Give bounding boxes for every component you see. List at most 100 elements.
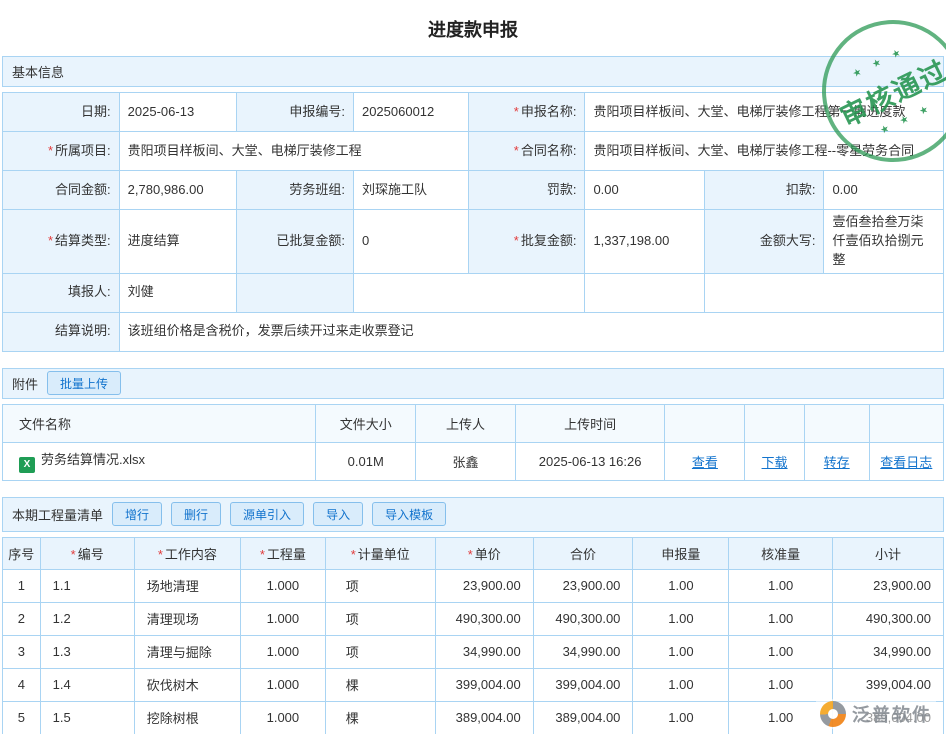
seq-cell: 5 — [3, 701, 41, 734]
actions-header-empty — [804, 404, 869, 442]
contract-amount-value: 2,780,986.00 — [119, 171, 237, 210]
attachments-section-header: 附件 批量上传 — [2, 368, 944, 399]
quantity-cell: 1.000 — [241, 602, 326, 635]
penalty-value: 0.00 — [585, 171, 705, 210]
batch-upload-button[interactable]: 批量上传 — [47, 371, 121, 395]
amount-words-label: 金额大写: — [704, 210, 824, 274]
add-row-button[interactable]: 增行 — [112, 502, 162, 526]
basic-info-row-5: 填报人: 刘健 — [3, 273, 944, 312]
subtotal-cell: 34,990.00 — [832, 635, 943, 668]
declared-qty-cell: 1.00 — [633, 569, 729, 602]
download-link[interactable]: 下载 — [762, 455, 788, 470]
unit-price-header: *单价 — [435, 537, 533, 569]
total-price-cell: 389,004.00 — [533, 701, 633, 734]
import-template-button[interactable]: 导入模板 — [372, 502, 446, 526]
deduction-label: 扣款: — [704, 171, 824, 210]
seq-cell: 3 — [3, 635, 41, 668]
transfer-save-link[interactable]: 转存 — [824, 455, 850, 470]
source-import-button[interactable]: 源单引入 — [230, 502, 304, 526]
unit-cell: 项 — [325, 635, 435, 668]
total-price-cell: 23,900.00 — [533, 569, 633, 602]
approved-done-label: 已批复金额: — [237, 210, 354, 274]
project-label: *所属项目: — [3, 132, 120, 171]
declare-name-value: 贵阳项目样板间、大堂、电梯厅装修工程第一期进度款 — [585, 93, 944, 132]
seq-cell: 2 — [3, 602, 41, 635]
required-asterisk: * — [468, 547, 473, 562]
approved-qty-header: 核准量 — [729, 537, 833, 569]
delete-row-button[interactable]: 删行 — [171, 502, 221, 526]
attachments-section-title: 附件 — [12, 374, 38, 393]
code-cell: 1.2 — [40, 602, 134, 635]
basic-info-section-title: 基本信息 — [12, 62, 64, 81]
empty-value-cell — [353, 273, 584, 312]
quantity-row: 2 1.2 清理现场 1.000 项 490,300.00 490,300.00… — [3, 602, 944, 635]
view-link[interactable]: 查看 — [692, 455, 718, 470]
unit-price-cell: 389,004.00 — [435, 701, 533, 734]
quantity-row: 5 1.5 挖除树根 1.000 棵 389,004.00 389,004.00… — [3, 701, 944, 734]
required-asterisk: * — [48, 233, 53, 248]
required-asterisk: * — [351, 547, 356, 562]
declared-qty-cell: 1.00 — [633, 635, 729, 668]
labor-team-value: 刘琛施工队 — [353, 171, 468, 210]
attachments-table: 文件名称 文件大小 上传人 上传时间 X劳务结算情况.xlsx 0.01M 张鑫… — [2, 404, 944, 481]
code-cell: 1.5 — [40, 701, 134, 734]
required-asterisk: * — [514, 143, 519, 158]
basic-info-row-1: 日期: 2025-06-13 申报编号: 2025060012 *申报名称: 贵… — [3, 93, 944, 132]
import-button[interactable]: 导入 — [313, 502, 363, 526]
view-action-cell: 查看 — [665, 442, 745, 480]
required-asterisk: * — [158, 547, 163, 562]
basic-info-row-3: 合同金额: 2,780,986.00 劳务班组: 刘琛施工队 罚款: 0.00 … — [3, 171, 944, 210]
quantity-cell: 1.000 — [241, 569, 326, 602]
contract-name-value: 贵阳项目样板间、大堂、电梯厅装修工程--零星劳务合同 — [585, 132, 944, 171]
quantity-row: 3 1.3 清理与掘除 1.000 项 34,990.00 34,990.00 … — [3, 635, 944, 668]
basic-info-section-header: 基本信息 — [2, 56, 944, 87]
unit-price-cell: 490,300.00 — [435, 602, 533, 635]
approved-qty-cell: 1.00 — [729, 668, 833, 701]
basic-info-row-4: *结算类型: 进度结算 已批复金额: 0 *批复金额: 1,337,198.00… — [3, 210, 944, 274]
date-label: 日期: — [3, 93, 120, 132]
attachments-header-row: 文件名称 文件大小 上传人 上传时间 — [3, 404, 944, 442]
code-cell: 1.3 — [40, 635, 134, 668]
file-size-cell: 0.01M — [316, 442, 416, 480]
approved-qty-cell: 1.00 — [729, 602, 833, 635]
unit-cell: 项 — [325, 569, 435, 602]
log-action-cell: 查看日志 — [869, 442, 943, 480]
quantity-cell: 1.000 — [241, 668, 326, 701]
approved-done-value: 0 — [353, 210, 468, 274]
settle-type-value: 进度结算 — [119, 210, 237, 274]
transfer-action-cell: 转存 — [804, 442, 869, 480]
required-asterisk: * — [48, 143, 53, 158]
unit-price-cell: 23,900.00 — [435, 569, 533, 602]
approved-amount-label: *批复金额: — [468, 210, 585, 274]
declared-qty-cell: 1.00 — [633, 668, 729, 701]
declared-qty-cell: 1.00 — [633, 602, 729, 635]
basic-info-row-6: 结算说明: 该班组价格是含税价，发票后续开过来走收票登记 — [3, 312, 944, 351]
unit-price-cell: 34,990.00 — [435, 635, 533, 668]
empty-value-cell — [585, 273, 705, 312]
view-log-link[interactable]: 查看日志 — [880, 455, 932, 470]
declared-qty-header: 申报量 — [633, 537, 729, 569]
work-content-cell: 挖除树根 — [134, 701, 240, 734]
code-cell: 1.4 — [40, 668, 134, 701]
date-value: 2025-06-13 — [119, 93, 237, 132]
unit-price-cell: 399,004.00 — [435, 668, 533, 701]
quantity-list-table: 序号 *编号 *工作内容 *工程量 *计量单位 *单价 合价 申报量 核准量 小… — [2, 537, 944, 734]
required-asterisk: * — [514, 104, 519, 119]
actions-header-empty — [869, 404, 943, 442]
required-asterisk: * — [71, 547, 76, 562]
declared-qty-cell: 1.00 — [633, 701, 729, 734]
quantity-row: 1 1.1 场地清理 1.000 项 23,900.00 23,900.00 1… — [3, 569, 944, 602]
approved-qty-cell: 1.00 — [729, 701, 833, 734]
labor-team-label: 劳务班组: — [237, 171, 354, 210]
work-content-cell: 清理现场 — [134, 602, 240, 635]
approved-qty-cell: 1.00 — [729, 635, 833, 668]
unit-cell: 棵 — [325, 668, 435, 701]
reporter-value: 刘健 — [119, 273, 237, 312]
quantity-cell: 1.000 — [241, 635, 326, 668]
deduction-value: 0.00 — [824, 171, 944, 210]
work-content-cell: 清理与掘除 — [134, 635, 240, 668]
basic-info-row-2: *所属项目: 贵阳项目样板间、大堂、电梯厅装修工程 *合同名称: 贵阳项目样板间… — [3, 132, 944, 171]
subtotal-cell: 389,004.00 — [832, 701, 943, 734]
unit-header: *计量单位 — [325, 537, 435, 569]
actions-header-empty — [745, 404, 804, 442]
